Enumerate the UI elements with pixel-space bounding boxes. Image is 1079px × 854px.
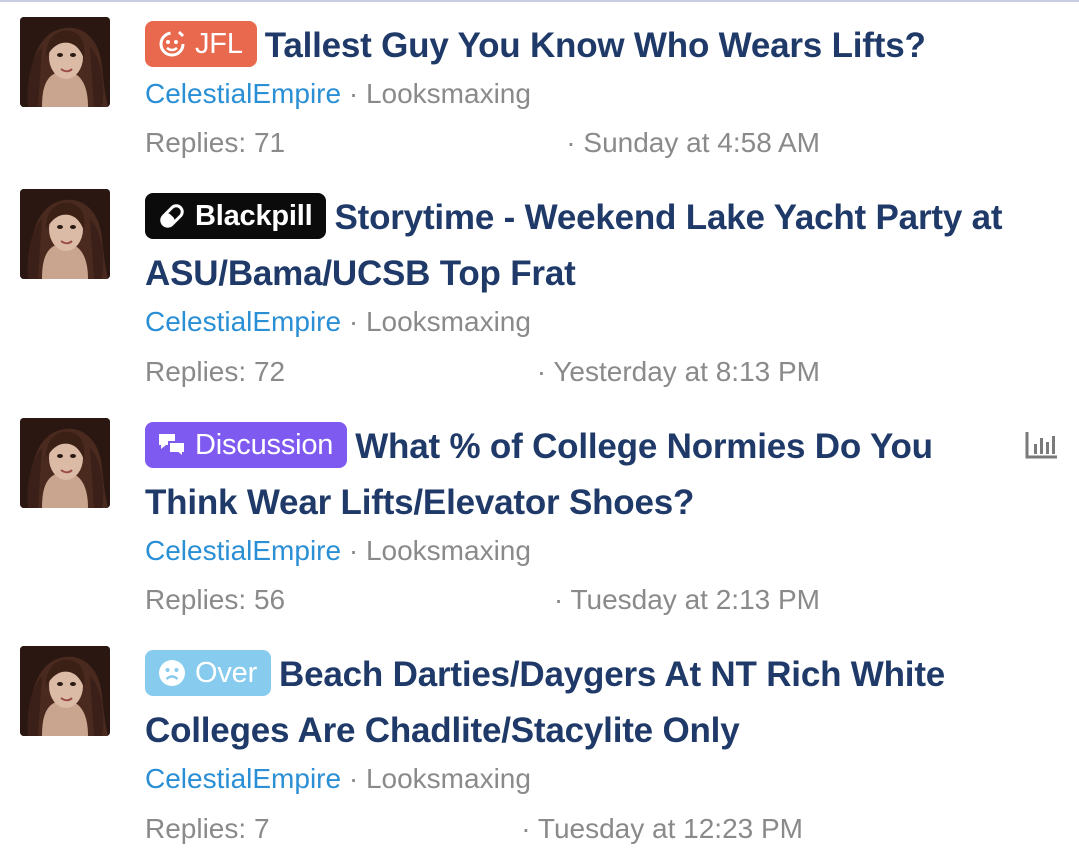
- title-text[interactable]: Tallest Guy You Know Who Wears Lifts?: [265, 26, 926, 65]
- forum-link[interactable]: Looksmaxing: [366, 306, 531, 337]
- thread-item[interactable]: Discussion What % of College Normies Do Y…: [0, 402, 1079, 630]
- poll-icon: [1025, 430, 1059, 460]
- reply-count: Replies: 71: [145, 127, 286, 158]
- thread-meta: CelestialEmpire · Looksmaxing: [145, 533, 531, 569]
- thread-meta: CelestialEmpire · Looksmaxing: [145, 761, 531, 797]
- avatar-image: [20, 418, 110, 508]
- thread-stats: Replies: 7 · Tuesday at 12:23 PM: [145, 811, 803, 847]
- prefix-label: Discussion: [195, 429, 334, 461]
- separator: ·: [348, 763, 359, 794]
- separator: ·: [348, 306, 359, 337]
- last-post-date[interactable]: · Tuesday at 2:13 PM: [554, 582, 820, 618]
- last-post-date[interactable]: · Yesterday at 8:13 PM: [537, 354, 820, 390]
- separator: ·: [553, 584, 564, 615]
- thread-meta: CelestialEmpire · Looksmaxing: [145, 304, 531, 340]
- avatar-image: [20, 189, 110, 279]
- author-link[interactable]: CelestialEmpire: [145, 763, 341, 794]
- thread-item[interactable]: Blackpill Storytime - Weekend Lake Yacht …: [0, 172, 1079, 402]
- author-link[interactable]: CelestialEmpire: [145, 306, 341, 337]
- thread-meta: CelestialEmpire · Looksmaxing: [145, 76, 531, 112]
- date-text[interactable]: Tuesday at 12:23 PM: [538, 813, 803, 844]
- avatar-image: [20, 17, 110, 107]
- date-text[interactable]: Yesterday at 8:13 PM: [553, 356, 820, 387]
- avatar[interactable]: [20, 646, 110, 736]
- forum-link[interactable]: Looksmaxing: [366, 763, 531, 794]
- separator: ·: [348, 78, 359, 109]
- avatar[interactable]: [20, 189, 110, 279]
- thread-stats: Replies: 71 · Sunday at 4:58 AM: [145, 125, 820, 161]
- forum-link[interactable]: Looksmaxing: [366, 535, 531, 566]
- separator: ·: [566, 127, 576, 158]
- thread-stats: Replies: 72 · Yesterday at 8:13 PM: [145, 354, 820, 390]
- chat-bubbles-icon: [157, 430, 187, 460]
- loading-face-icon: [157, 29, 187, 59]
- prefix-badge[interactable]: JFL: [145, 21, 257, 67]
- thread-stats: Replies: 56 · Tuesday at 2:13 PM: [145, 582, 820, 618]
- sad-face-icon: [157, 658, 187, 688]
- avatar[interactable]: [20, 418, 110, 508]
- thread-item[interactable]: JFL Tallest Guy You Know Who Wears Lifts?…: [0, 2, 1079, 172]
- date-text[interactable]: Sunday at 4:58 AM: [583, 127, 820, 158]
- date-text[interactable]: Tuesday at 2:13 PM: [570, 584, 820, 615]
- thread-title[interactable]: Blackpill Storytime - Weekend Lake Yacht …: [145, 190, 1059, 302]
- last-post-date[interactable]: · Sunday at 4:58 AM: [566, 125, 820, 161]
- thread-item[interactable]: Over Beach Darties/Daygers At NT Rich Whi…: [0, 630, 1079, 854]
- avatar-image: [20, 646, 110, 736]
- separator: ·: [348, 535, 359, 566]
- forum-link[interactable]: Looksmaxing: [366, 78, 531, 109]
- prefix-badge[interactable]: Blackpill: [145, 193, 327, 239]
- prefix-badge[interactable]: Discussion: [145, 422, 348, 468]
- prefix-label: JFL: [195, 28, 243, 60]
- reply-count: Replies: 7: [145, 813, 270, 844]
- last-post-date[interactable]: · Tuesday at 12:23 PM: [521, 811, 803, 847]
- separator: ·: [521, 813, 531, 844]
- prefix-label: Blackpill: [195, 200, 313, 232]
- avatar[interactable]: [20, 17, 110, 107]
- thread-title[interactable]: Over Beach Darties/Daygers At NT Rich Whi…: [145, 647, 1059, 759]
- prefix-label: Over: [195, 657, 258, 689]
- thread-title[interactable]: JFL Tallest Guy You Know Who Wears Lifts?: [145, 18, 1059, 74]
- reply-count: Replies: 56: [145, 584, 286, 615]
- separator: ·: [536, 356, 547, 387]
- pill-icon: [157, 201, 187, 231]
- author-link[interactable]: CelestialEmpire: [145, 78, 341, 109]
- prefix-badge[interactable]: Over: [145, 650, 272, 696]
- author-link[interactable]: CelestialEmpire: [145, 535, 341, 566]
- reply-count: Replies: 72: [145, 356, 286, 387]
- thread-title[interactable]: Discussion What % of College Normies Do Y…: [145, 419, 1019, 531]
